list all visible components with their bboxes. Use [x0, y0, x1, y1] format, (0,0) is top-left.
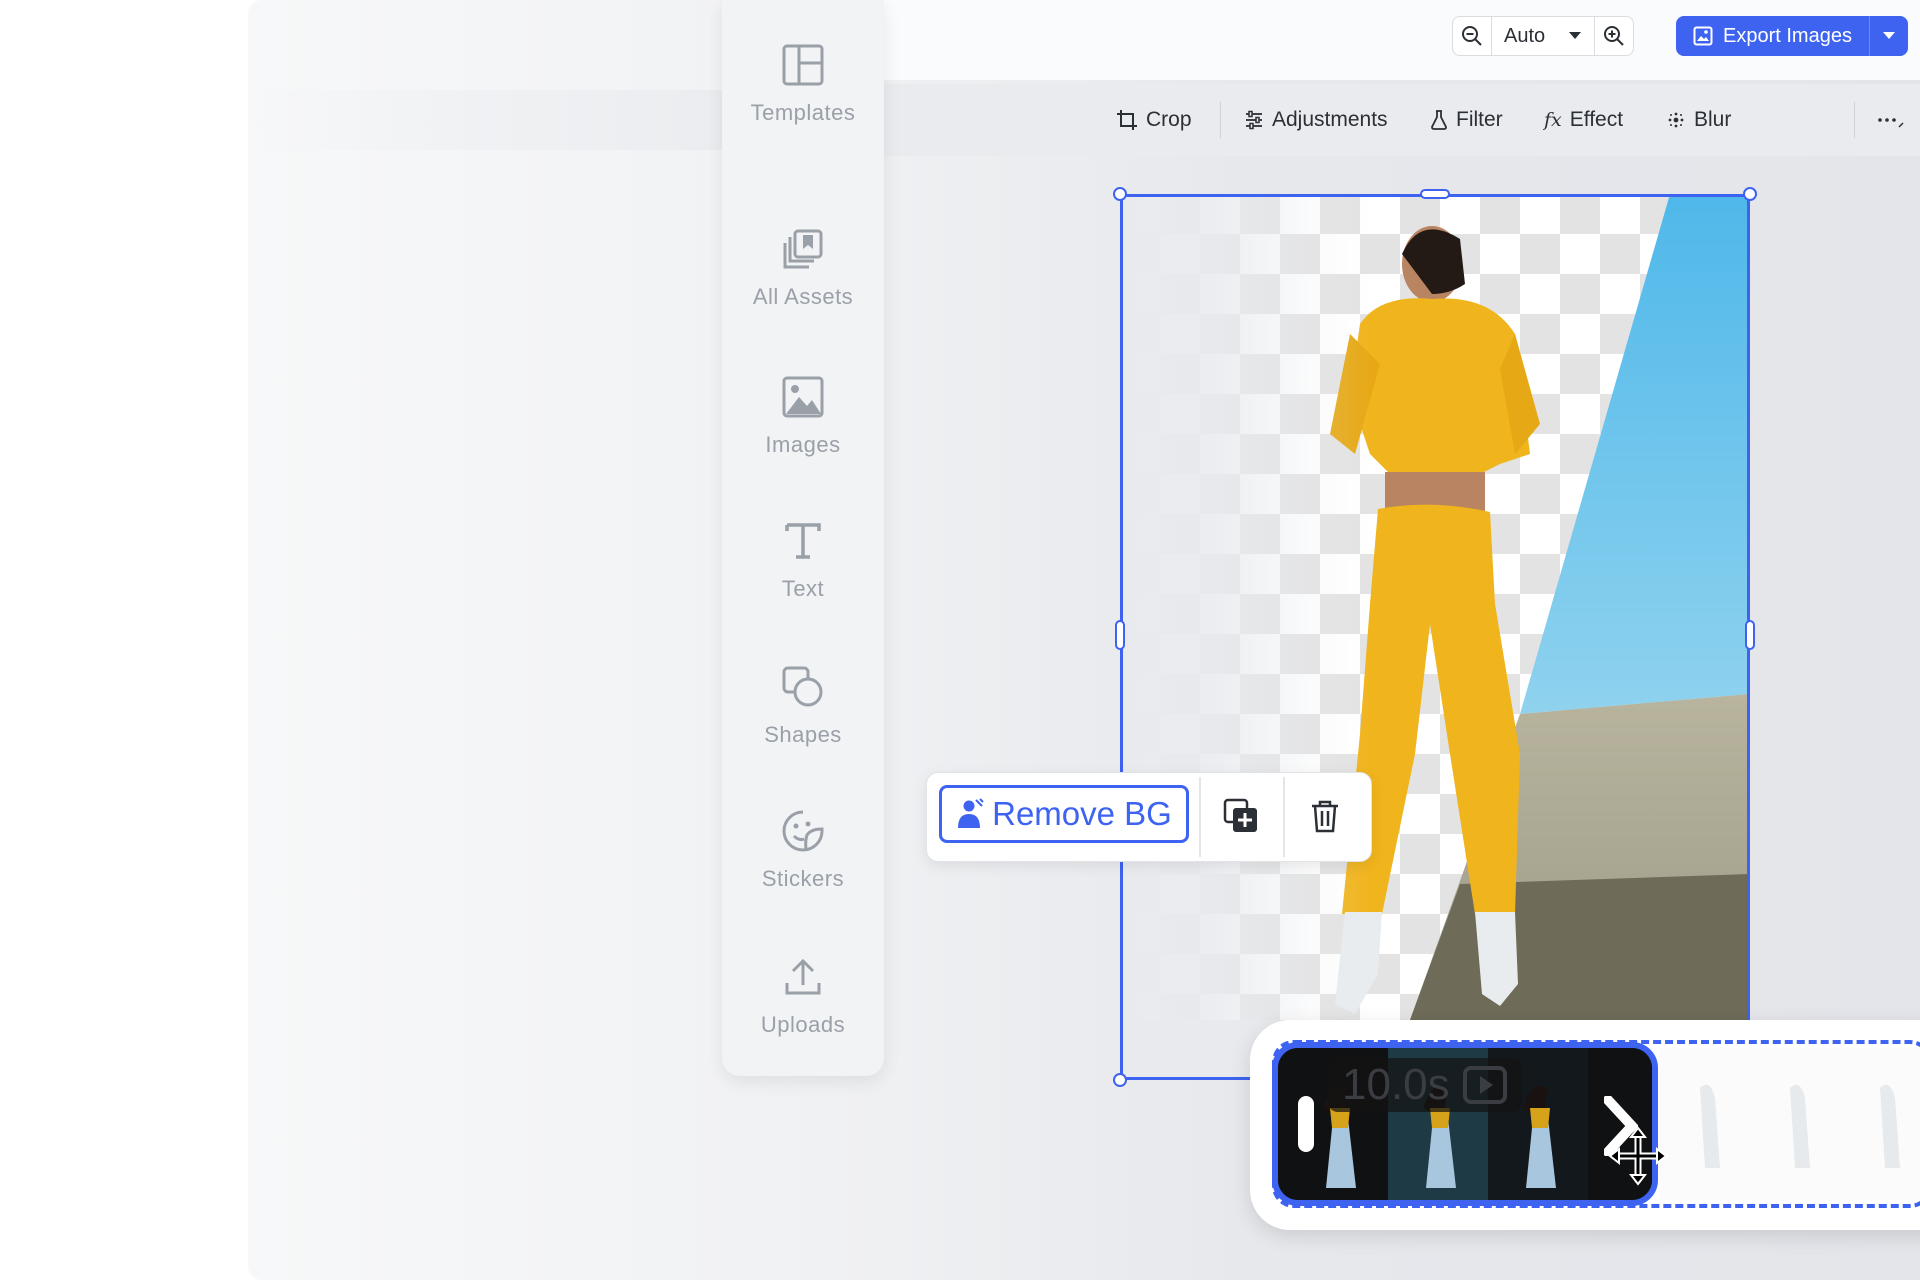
fx-icon: fx: [1544, 109, 1562, 131]
sidebar-item-text[interactable]: Text: [722, 514, 884, 634]
crop-label: Crop: [1146, 108, 1192, 131]
context-divider: [1199, 777, 1201, 857]
upload-icon: [785, 958, 821, 995]
sidebar-item-label: Uploads: [760, 1012, 846, 1037]
blur-dots-icon: [1668, 112, 1684, 128]
resize-handle-top[interactable]: [1420, 189, 1450, 199]
zoom-control: Auto: [1452, 16, 1634, 56]
sidebar-item-label: Shapes: [764, 722, 842, 747]
shapes-icon: [782, 666, 823, 707]
image-toolbar: Crop Adjustments Filter fx Effect Blur: [880, 84, 1920, 156]
sidebar-item-images[interactable]: Images: [722, 370, 884, 490]
blur-label: Blur: [1694, 108, 1732, 131]
caret-down-icon: [1569, 32, 1581, 39]
trim-handle-left[interactable]: [1298, 1096, 1314, 1152]
image-icon: [782, 376, 824, 418]
toolbar-divider: [1854, 102, 1855, 138]
delete-button[interactable]: [1297, 787, 1353, 845]
effect-button[interactable]: fx Effect: [1544, 84, 1623, 156]
move-cursor-icon: [1608, 1126, 1668, 1186]
sliders-icon: [1246, 110, 1262, 130]
layout-icon: [782, 44, 824, 86]
resize-handle-bottom-left[interactable]: [1113, 1073, 1127, 1087]
sidebar-item-uploads[interactable]: Uploads: [722, 950, 884, 1070]
export-images-button[interactable]: Export Images: [1676, 16, 1869, 56]
more-options-button[interactable]: [1876, 84, 1906, 156]
export-button-group: Export Images: [1676, 16, 1908, 56]
resize-handle-left[interactable]: [1115, 620, 1125, 650]
zoom-in-icon: [1604, 26, 1624, 46]
zoom-out-icon: [1462, 26, 1482, 46]
filter-label: Filter: [1456, 108, 1503, 131]
sidebar-item-label: Images: [765, 432, 841, 457]
remove-bg-person-icon: [958, 798, 984, 828]
image-context-toolbar: Remove BG: [926, 772, 1372, 862]
zoom-in-button[interactable]: [1595, 17, 1633, 55]
clip-duration-badge: 10.0s: [1328, 1058, 1522, 1112]
timeline-ghost-frames: [1660, 1048, 1920, 1200]
canvas-image[interactable]: [1120, 194, 1750, 1080]
sidebar-item-shapes[interactable]: Shapes: [722, 660, 884, 780]
sidebar-item-templates[interactable]: Templates: [722, 38, 884, 158]
context-divider: [1283, 777, 1285, 857]
filter-button[interactable]: Filter: [1430, 84, 1503, 156]
export-image-icon: [1693, 26, 1713, 46]
toolbar-divider: [1220, 102, 1221, 138]
crop-icon: [1117, 110, 1137, 130]
clip-duration: 10.0s: [1342, 1060, 1450, 1109]
sidebar-item-stickers[interactable]: Stickers: [722, 804, 884, 924]
trash-icon: [1312, 800, 1338, 833]
assets-icon: [783, 229, 823, 269]
caret-down-icon: [1883, 32, 1895, 39]
sidebar-item-label: Stickers: [761, 866, 845, 891]
sticker-icon: [782, 810, 824, 852]
zoom-select[interactable]: Auto: [1491, 17, 1595, 55]
remove-bg-button[interactable]: Remove BG: [939, 785, 1189, 843]
play-icon[interactable]: [1462, 1065, 1508, 1105]
text-icon: [785, 523, 821, 559]
sidebar-item-label: All Assets: [752, 284, 854, 309]
crop-button[interactable]: Crop: [1116, 84, 1192, 156]
export-images-label: Export Images: [1723, 24, 1852, 47]
blur-button[interactable]: Blur: [1666, 84, 1731, 156]
more-dots-icon: [1878, 118, 1904, 128]
sidebar-item-label: Text: [781, 576, 825, 601]
canvas-fade-overlay: [1120, 194, 1750, 1080]
duplicate-icon: [1223, 798, 1257, 832]
remove-bg-label: Remove BG: [992, 795, 1172, 832]
left-sidebar: Templates All Assets Images Text Shapes …: [722, 0, 884, 1076]
adjustments-label: Adjustments: [1272, 108, 1388, 131]
resize-handle-right[interactable]: [1745, 620, 1755, 650]
resize-handle-top-right[interactable]: [1743, 187, 1757, 201]
sidebar-item-all-assets[interactable]: All Assets: [722, 222, 884, 342]
sidebar-item-label: Templates: [750, 100, 856, 125]
ghost-frames-thumbnails: [1660, 1048, 1920, 1200]
effect-label: Effect: [1569, 108, 1624, 131]
zoom-value: Auto: [1504, 24, 1546, 47]
adjustments-button[interactable]: Adjustments: [1244, 84, 1388, 156]
resize-handle-top-left[interactable]: [1113, 187, 1127, 201]
filter-flask-icon: [1431, 110, 1447, 130]
export-options-button[interactable]: [1869, 16, 1908, 56]
duplicate-button[interactable]: [1213, 787, 1269, 845]
zoom-out-button[interactable]: [1453, 17, 1491, 55]
